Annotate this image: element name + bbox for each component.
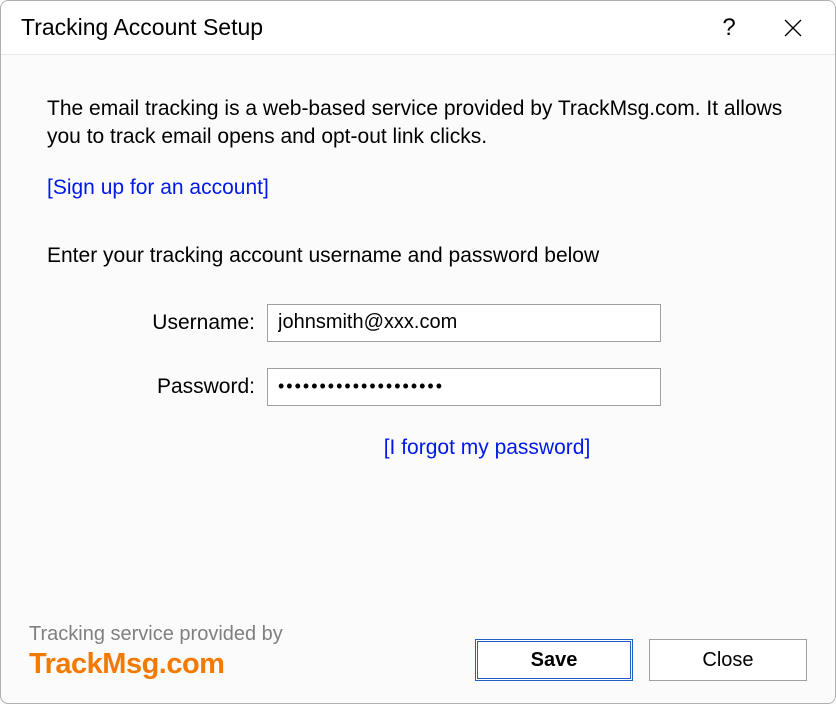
help-icon[interactable]: ? (715, 14, 743, 42)
provider-logo: TrackMsg.com (29, 648, 475, 681)
dialog-tracking-account-setup: Tracking Account Setup ? The email track… (0, 0, 836, 704)
dialog-title: Tracking Account Setup (21, 14, 715, 41)
close-button[interactable]: Close (649, 639, 807, 681)
forgot-row: [I forgot my password] (47, 436, 789, 460)
titlebar-controls: ? (715, 14, 815, 42)
button-row: Save Close (475, 639, 807, 681)
password-input[interactable] (267, 368, 661, 406)
provider-block: Tracking service provided by TrackMsg.co… (29, 623, 475, 681)
password-row: Password: (47, 368, 789, 406)
footer: Tracking service provided by TrackMsg.co… (29, 623, 807, 681)
forgot-password-link[interactable]: [I forgot my password] (384, 436, 591, 459)
password-label: Password: (47, 375, 267, 399)
instruction-text: Enter your tracking account username and… (47, 244, 789, 268)
username-label: Username: (47, 311, 267, 335)
titlebar: Tracking Account Setup ? (1, 1, 835, 55)
provider-label: Tracking service provided by (29, 623, 475, 646)
username-row: Username: (47, 304, 789, 342)
intro-text: The email tracking is a web-based servic… (47, 95, 789, 152)
close-icon[interactable] (779, 14, 807, 42)
signup-link[interactable]: [Sign up for an account] (47, 176, 269, 200)
username-input[interactable] (267, 304, 661, 342)
dialog-content: The email tracking is a web-based servic… (1, 55, 835, 703)
save-button[interactable]: Save (475, 639, 633, 681)
